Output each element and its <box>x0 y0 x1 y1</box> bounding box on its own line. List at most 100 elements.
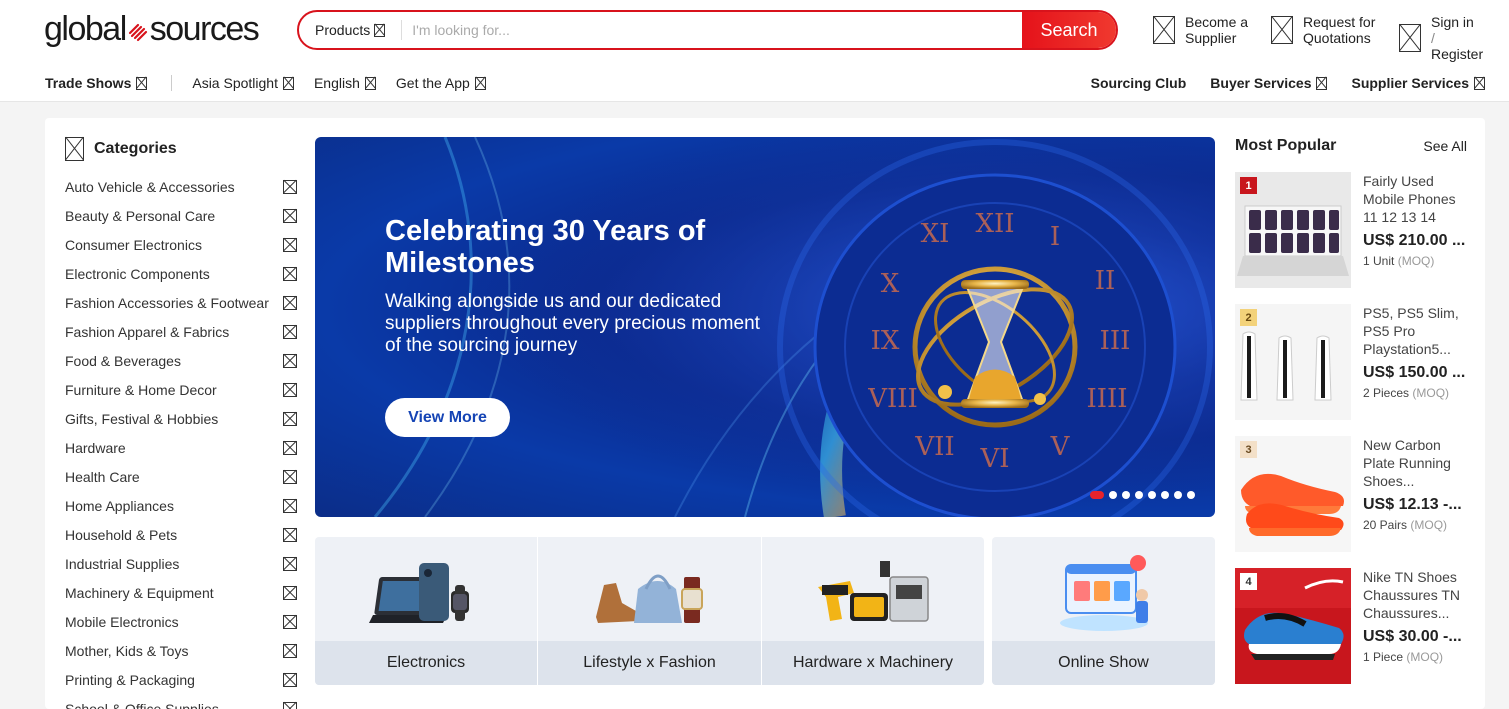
chevron-right-icon <box>283 701 297 709</box>
category-label: Furniture & Home Decor <box>65 381 217 398</box>
quick-category-label: Electronics <box>315 641 537 685</box>
svg-text:II: II <box>1095 266 1116 296</box>
category-label: Fashion Accessories & Footwear <box>65 294 269 311</box>
product-thumbnail: 2 <box>1235 304 1351 420</box>
request-quotations-link[interactable]: Request for Quotations <box>1271 14 1375 46</box>
product-price: US$ 150.00 ... <box>1363 364 1466 381</box>
chevron-right-icon <box>283 208 297 223</box>
nav-trade-shows[interactable]: Trade Shows <box>45 75 148 91</box>
rank-badge: 3 <box>1240 441 1257 458</box>
quick-category-lifestyle-fashion[interactable]: Lifestyle x Fashion <box>538 537 761 685</box>
category-item[interactable]: Household & Pets <box>65 520 297 549</box>
category-item[interactable]: Food & Beverages <box>65 346 297 375</box>
category-label: Industrial Supplies <box>65 555 180 572</box>
carousel-dot[interactable] <box>1135 491 1143 499</box>
quick-category-online-show[interactable]: Online Show <box>992 537 1215 685</box>
nav-asia-spotlight[interactable]: Asia Spotlight <box>192 75 294 91</box>
popular-product-card[interactable]: 1 Fairly Used Mobile Phones 11 12 13 14 … <box>1235 172 1467 288</box>
nav-get-app-label: Get the App <box>395 75 470 91</box>
product-moq: 20 Pairs (MOQ) <box>1363 518 1467 532</box>
product-name[interactable]: PS5, PS5 Slim, PS5 Pro Playstation5... <box>1363 304 1467 358</box>
product-info: New Carbon Plate Running Shoes... US$ 12… <box>1363 436 1467 532</box>
product-thumbnail: 4 <box>1235 568 1351 684</box>
category-item[interactable]: Furniture & Home Decor <box>65 375 297 404</box>
carousel-dot[interactable] <box>1122 491 1130 499</box>
category-label: Health Care <box>65 468 140 485</box>
category-item[interactable]: Beauty & Personal Care <box>65 201 297 230</box>
category-item[interactable]: Machinery & Equipment <box>65 578 297 607</box>
category-item[interactable]: Home Appliances <box>65 491 297 520</box>
product-thumbnail: 3 <box>1235 436 1351 552</box>
carousel-dot[interactable] <box>1161 491 1169 499</box>
quick-category-label: Hardware x Machinery <box>762 641 984 685</box>
moq-value: 20 Pairs <box>1363 518 1408 532</box>
search-input[interactable] <box>402 12 1022 48</box>
category-item[interactable]: Mobile Electronics <box>65 607 297 636</box>
logo[interactable]: global sources <box>44 10 260 49</box>
category-item[interactable]: Industrial Supplies <box>65 549 297 578</box>
hero-banner[interactable]: XII I II III IIII IX VIII X XI VII VI V <box>315 137 1215 517</box>
chevron-right-icon <box>283 614 297 629</box>
svg-text:XII: XII <box>975 209 1014 239</box>
category-item[interactable]: Fashion Apparel & Fabrics <box>65 317 297 346</box>
product-moq: 1 Unit (MOQ) <box>1363 254 1467 268</box>
category-item[interactable]: Printing & Packaging <box>65 665 297 694</box>
search-button[interactable]: Search <box>1022 12 1116 48</box>
quick-category-label: Lifestyle x Fashion <box>538 641 761 685</box>
chevron-right-icon <box>283 237 297 252</box>
nav-supplier-services[interactable]: Supplier Services <box>1351 75 1485 91</box>
carousel-dot-active[interactable] <box>1090 491 1104 499</box>
lifestyle-fashion-image <box>596 574 703 623</box>
moq-tag: (MOQ) <box>1410 518 1448 532</box>
product-moq: 2 Pieces (MOQ) <box>1363 386 1467 400</box>
search-category-select[interactable]: Products <box>299 20 403 40</box>
moq-value: 1 Piece <box>1363 650 1404 664</box>
see-all-link[interactable]: See All <box>1423 138 1467 154</box>
become-supplier-link[interactable]: Become a Supplier <box>1153 14 1248 46</box>
quick-category-electronics[interactable]: Electronics <box>315 537 537 685</box>
register-label: Register <box>1431 46 1484 62</box>
nav-buyer-services[interactable]: Buyer Services <box>1210 75 1328 91</box>
nav-supplier-services-label: Supplier Services <box>1351 75 1469 91</box>
quick-category-hardware-machinery[interactable]: Hardware x Machinery <box>762 537 984 685</box>
carousel-dot[interactable] <box>1148 491 1156 499</box>
product-name[interactable]: Fairly Used Mobile Phones 11 12 13 14 15… <box>1363 172 1467 226</box>
view-more-button[interactable]: View More <box>385 398 510 437</box>
category-item[interactable]: Gifts, Festival & Hobbies <box>65 404 297 433</box>
category-item[interactable]: School & Office Supplies <box>65 694 297 709</box>
category-item[interactable]: Health Care <box>65 462 297 491</box>
rfq-line1: Request for <box>1303 14 1376 30</box>
nav-sourcing-club[interactable]: Sourcing Club <box>1091 75 1187 91</box>
product-price: US$ 30.00 -... <box>1363 628 1462 645</box>
product-name[interactable]: New Carbon Plate Running Shoes... <box>1363 436 1467 490</box>
carousel-dot[interactable] <box>1187 491 1195 499</box>
category-item[interactable]: Electronic Components <box>65 259 297 288</box>
nav-language[interactable]: English <box>314 75 376 91</box>
rfq-line2: Quotations <box>1303 30 1371 46</box>
chevron-right-icon <box>283 411 297 426</box>
nav-get-app[interactable]: Get the App <box>396 75 486 91</box>
sign-in-label: Sign in <box>1431 14 1474 30</box>
most-popular-panel: Most Popular See All 1 Fairly Used Mobil… <box>1235 136 1467 684</box>
category-item[interactable]: Mother, Kids & Toys <box>65 636 297 665</box>
sign-in-link[interactable]: Sign in / Register <box>1399 14 1483 62</box>
category-label: Printing & Packaging <box>65 671 195 688</box>
menu-icon <box>65 137 84 161</box>
popular-product-card[interactable]: 3 New Carbon Plate Running Shoes... US$ … <box>1235 436 1467 552</box>
category-item[interactable]: Auto Vehicle & Accessories <box>65 172 297 201</box>
chevron-right-icon <box>283 643 297 658</box>
product-name[interactable]: Nike TN Shoes Chaussures TN Chaussures..… <box>1363 568 1467 622</box>
category-item[interactable]: Hardware <box>65 433 297 462</box>
nav-trade-shows-label: Trade Shows <box>45 75 132 91</box>
popular-product-card[interactable]: 4 Nike TN Shoes Chaussures TN Chaussures… <box>1235 568 1467 684</box>
category-item[interactable]: Consumer Electronics <box>65 230 297 259</box>
popular-product-card[interactable]: 2 PS5, PS5 Slim, PS5 Pro Playstation5... <box>1235 304 1467 420</box>
carousel-dot[interactable] <box>1174 491 1182 499</box>
product-thumbnail: 1 <box>1235 172 1351 288</box>
supplier-icon <box>1153 16 1175 44</box>
category-label: Mobile Electronics <box>65 613 179 630</box>
category-item[interactable]: Fashion Accessories & Footwear <box>65 288 297 317</box>
carousel-dot[interactable] <box>1109 491 1117 499</box>
become-supplier-line2: Supplier <box>1185 30 1237 46</box>
search-category-label: Products <box>315 22 371 38</box>
